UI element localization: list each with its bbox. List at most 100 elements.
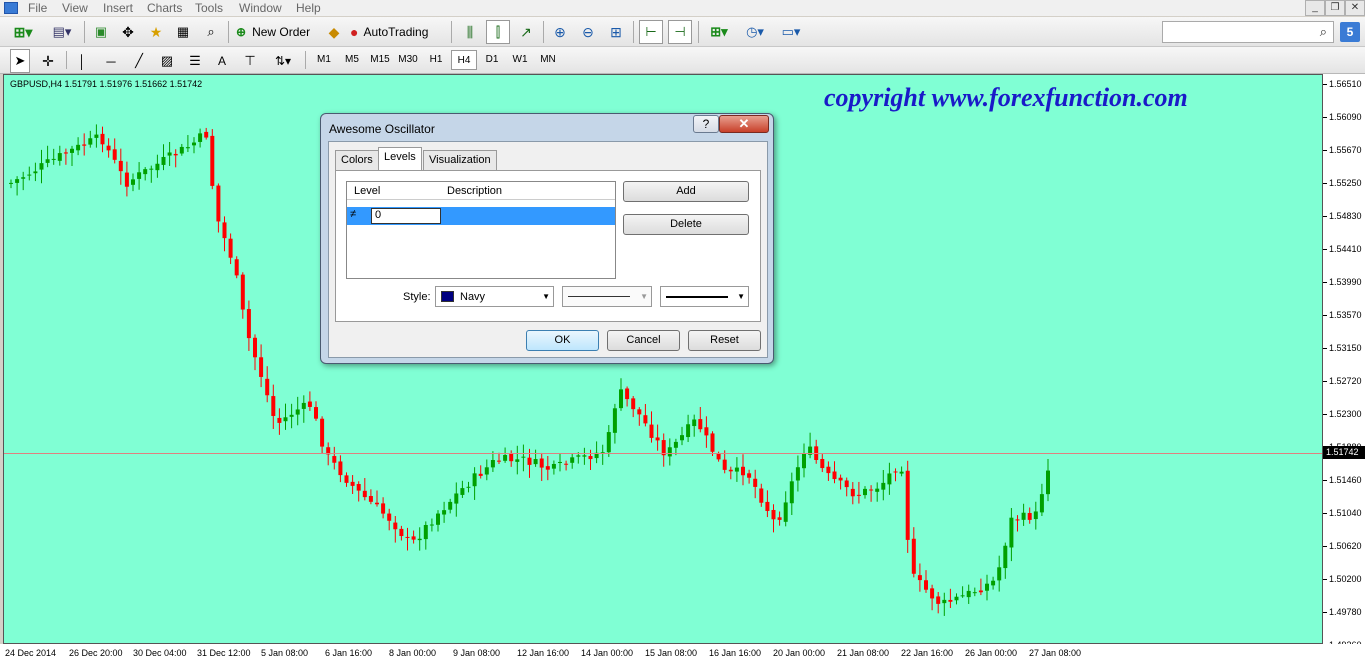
candle-body — [283, 417, 288, 422]
channel-button[interactable]: ▨ — [156, 49, 178, 73]
text-button[interactable]: A — [212, 49, 232, 73]
candle-body — [850, 488, 855, 497]
candle-body — [606, 432, 611, 453]
notification-badge[interactable]: 5 — [1340, 22, 1360, 42]
cursor-button[interactable]: ➤ — [10, 49, 30, 73]
candle-body — [350, 481, 355, 486]
candle-body — [454, 493, 459, 504]
candle-body — [484, 467, 489, 475]
time-tick-label: 22 Jan 16:00 — [901, 648, 954, 658]
search-icon[interactable]: ⌕ — [1320, 24, 1327, 40]
line-style-select[interactable]: ▼ — [562, 286, 652, 307]
column-description[interactable]: Description — [447, 185, 502, 197]
menu-help[interactable]: Help — [296, 1, 321, 15]
candle-body — [875, 488, 880, 492]
menu-view[interactable]: View — [62, 1, 88, 15]
crosshair-button[interactable]: ✛ — [37, 49, 59, 73]
tab-colors[interactable]: Colors — [335, 150, 379, 170]
arrows-button[interactable]: ⇅▾ — [268, 49, 298, 73]
current-price-line — [4, 453, 1322, 454]
line-chart-button[interactable]: ↗ — [515, 20, 537, 44]
terminal-button[interactable]: ▦ — [172, 20, 194, 44]
candlestick-button[interactable]: ⫿ — [486, 20, 510, 44]
ok-button[interactable]: OK — [526, 330, 599, 351]
periods-button[interactable]: ◷▾ — [740, 20, 770, 44]
line-width-select[interactable]: ▼ — [660, 286, 749, 307]
levels-list[interactable]: Level Description ≠ 0 — [346, 181, 616, 279]
timeframe-m5[interactable]: M5 — [339, 50, 365, 70]
new-chart-button[interactable]: ⊞▾ — [6, 20, 40, 44]
candle-body — [631, 398, 636, 410]
menu-insert[interactable]: Insert — [103, 1, 133, 15]
candle-body — [143, 169, 148, 175]
profiles-button[interactable]: ▤▾ — [46, 20, 78, 44]
tab-levels[interactable]: Levels — [378, 147, 422, 171]
candle-body — [564, 463, 569, 465]
timeframe-m15[interactable]: M15 — [367, 50, 393, 70]
candle-body — [771, 509, 776, 520]
indicators-button[interactable]: ⊞▾ — [703, 20, 735, 44]
minimize-icon[interactable]: _ — [1305, 0, 1325, 16]
candle-body — [442, 510, 447, 515]
tab-visualization[interactable]: Visualization — [423, 150, 497, 170]
market-watch-button[interactable]: ▣ — [90, 20, 112, 44]
vertical-line-button[interactable]: │ — [72, 49, 92, 73]
autotrading-button[interactable]: ● AutoTrading — [350, 20, 445, 44]
timeframe-d1[interactable]: D1 — [479, 50, 505, 70]
bar-chart-button[interactable]: ⫼ — [459, 20, 481, 44]
strategy-tester-button[interactable]: ⌕ — [200, 20, 222, 44]
add-button[interactable]: Add — [623, 181, 749, 202]
level-row[interactable]: ≠ 0 — [347, 207, 615, 225]
templates-button[interactable]: ▭▾ — [776, 20, 806, 44]
menu-charts[interactable]: Charts — [147, 1, 182, 15]
tile-windows-button[interactable]: ⊞ — [605, 20, 627, 44]
dialog-body: Colors Levels Visualization Level Descri… — [328, 141, 768, 358]
trendline-button[interactable]: ╱ — [128, 49, 150, 73]
timeframe-w1[interactable]: W1 — [507, 50, 533, 70]
candle-body — [625, 388, 630, 400]
zoom-out-button[interactable]: ⊖ — [577, 20, 599, 44]
candle-body — [198, 133, 203, 142]
menu-tools[interactable]: Tools — [195, 1, 223, 15]
new-order-button[interactable]: ⊕ New Order — [236, 20, 318, 44]
candle-body — [991, 580, 996, 586]
fibonacci-button[interactable]: ☰ — [184, 49, 206, 73]
time-tick-label: 31 Dec 12:00 — [197, 648, 251, 658]
delete-button[interactable]: Delete — [623, 214, 749, 235]
chart-shift-button[interactable]: ⊣ — [668, 20, 692, 44]
candle-body — [210, 135, 215, 186]
candle-body — [344, 475, 349, 483]
navigator-button[interactable]: ✥ — [117, 20, 139, 44]
search-input[interactable]: ⌕ — [1162, 21, 1334, 43]
price-tick-label: 1.53990 — [1329, 277, 1362, 287]
timeframe-mn[interactable]: MN — [535, 50, 561, 70]
autoscroll-button[interactable]: ⊢ — [639, 20, 663, 44]
cancel-button[interactable]: Cancel — [607, 330, 680, 351]
menu-file[interactable]: File — [28, 1, 47, 15]
candle-body — [716, 453, 721, 460]
color-select[interactable]: Navy ▼ — [435, 286, 554, 307]
timeframe-h1[interactable]: H1 — [423, 50, 449, 70]
reset-button[interactable]: Reset — [688, 330, 761, 351]
horizontal-line-button[interactable]: ─ — [100, 49, 122, 73]
metaeditor-button[interactable]: ◆ — [323, 20, 345, 44]
level-value-input[interactable]: 0 — [371, 208, 441, 224]
price-tick — [1323, 546, 1327, 547]
timeframe-h4[interactable]: H4 — [451, 50, 477, 70]
close-window-icon[interactable]: ✕ — [1345, 0, 1365, 16]
text-label-button[interactable]: ⊤ — [239, 49, 261, 73]
zoom-in-button[interactable]: ⊕ — [549, 20, 571, 44]
candle-body — [234, 259, 239, 276]
favorites-button[interactable]: ★ — [145, 20, 167, 44]
candle-body — [558, 461, 562, 464]
restore-icon[interactable]: ❐ — [1325, 0, 1345, 16]
timeframe-m1[interactable]: M1 — [311, 50, 337, 70]
column-level[interactable]: Level — [354, 185, 380, 197]
candle-body — [802, 453, 806, 469]
help-button[interactable]: ? — [693, 115, 719, 133]
price-tick-label: 1.55670 — [1329, 145, 1362, 155]
close-dialog-button[interactable]: ✕ — [719, 115, 769, 133]
metaeditor-icon: ◆ — [328, 23, 340, 40]
timeframe-m30[interactable]: M30 — [395, 50, 421, 70]
menu-window[interactable]: Window — [239, 1, 282, 15]
